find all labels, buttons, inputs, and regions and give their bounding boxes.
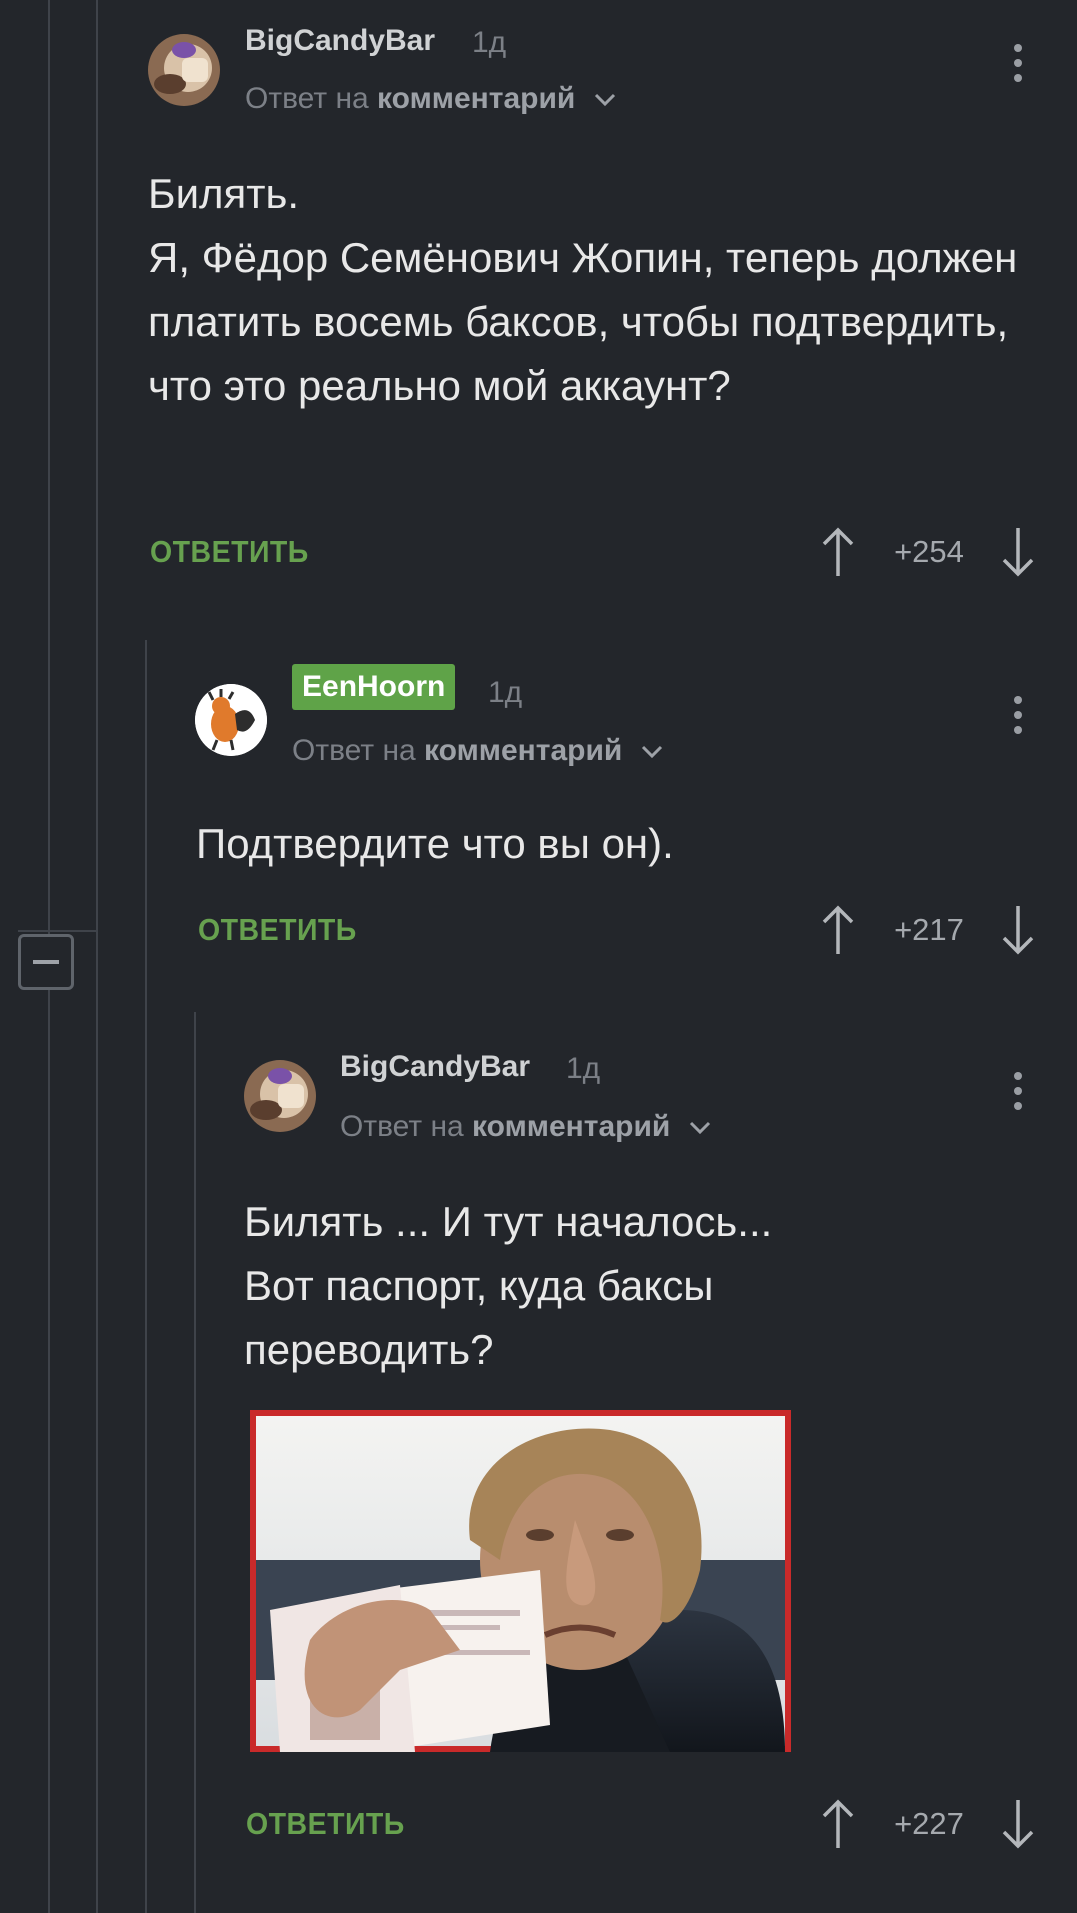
chevron-down-icon: [594, 94, 615, 107]
downvote-arrow-icon[interactable]: [998, 1798, 1038, 1850]
avatar[interactable]: [244, 1060, 316, 1132]
reply-to-prefix: Ответ на: [340, 1110, 464, 1143]
reply-to-target: комментарий: [472, 1110, 671, 1143]
vote-score: +217: [894, 912, 964, 947]
comment-text: Подтвердите что вы он).: [196, 820, 674, 867]
passport-photo-image: [250, 1410, 791, 1752]
username[interactable]: BigCandyBar: [340, 1050, 530, 1084]
reply-button[interactable]: ОТВЕТИТЬ: [150, 534, 309, 570]
timestamp: 1д: [566, 1052, 601, 1085]
vote-score: +254: [894, 534, 964, 569]
horse-cartoon-avatar-icon: [195, 684, 267, 756]
comment-text: Билять ... И тут началось... Вот паспорт…: [244, 1198, 773, 1373]
reply-button[interactable]: ОТВЕТИТЬ: [198, 912, 357, 948]
upvote-arrow-icon[interactable]: [818, 904, 858, 956]
timestamp: 1д: [472, 26, 507, 59]
upvote-arrow-icon[interactable]: [818, 526, 858, 578]
comment-text: Билять. Я, Фёдор Семёнович Жопин, теперь…: [148, 170, 1018, 409]
reply-to-target: комментарий: [377, 82, 576, 115]
reply-to-prefix: Ответ на: [245, 82, 369, 115]
chevron-down-icon: [641, 746, 662, 759]
thread-line-4: [194, 1012, 196, 1913]
downvote-arrow-icon[interactable]: [998, 904, 1038, 956]
vote-score: +227: [894, 1806, 964, 1841]
reply-to-prefix: Ответ на: [292, 734, 416, 767]
thread-line-3: [145, 640, 147, 1913]
upvote-arrow-icon[interactable]: [818, 1798, 858, 1850]
timestamp: 1д: [488, 676, 523, 709]
more-options-icon[interactable]: [1008, 44, 1028, 94]
candy-avatar-icon: [244, 1060, 316, 1132]
man-holding-passport-photo[interactable]: [250, 1410, 791, 1752]
candy-avatar-icon: [148, 34, 220, 106]
collapse-thread-button[interactable]: [18, 934, 74, 990]
avatar[interactable]: [195, 684, 267, 756]
thread-line-2: [96, 0, 98, 1913]
chevron-down-icon: [689, 1122, 710, 1135]
reply-to-target: комментарий: [424, 734, 623, 767]
avatar[interactable]: [148, 34, 220, 106]
more-options-icon[interactable]: [1008, 696, 1028, 746]
reply-button[interactable]: ОТВЕТИТЬ: [246, 1806, 405, 1842]
username[interactable]: EenHoorn: [292, 664, 456, 710]
reply-to-link[interactable]: Ответ на комментарий: [245, 82, 616, 116]
more-options-icon[interactable]: [1008, 1072, 1028, 1122]
thread-connector: [18, 930, 98, 932]
downvote-arrow-icon[interactable]: [998, 526, 1038, 578]
reply-to-link[interactable]: Ответ на комментарий: [292, 734, 663, 768]
reply-to-link[interactable]: Ответ на комментарий: [340, 1110, 711, 1144]
username[interactable]: BigCandyBar: [245, 24, 435, 58]
